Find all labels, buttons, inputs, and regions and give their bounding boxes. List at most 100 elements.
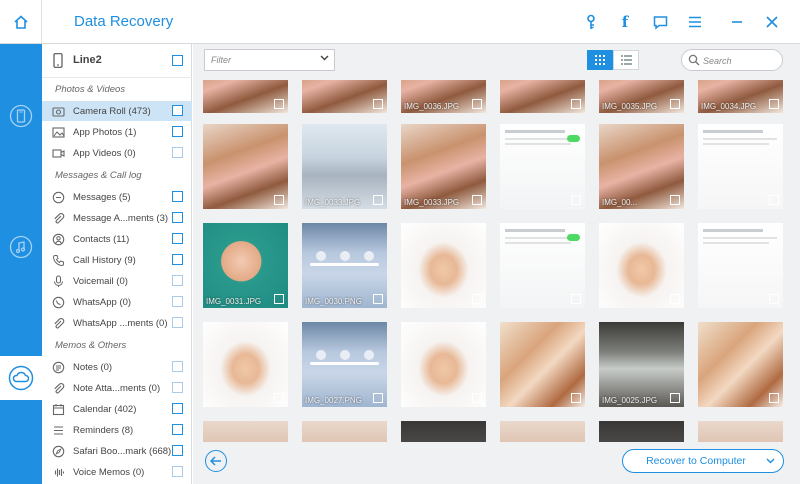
thumbnail-checkbox[interactable] [373,393,383,403]
photo-thumbnail[interactable] [599,223,684,308]
photo-thumbnail[interactable] [203,80,288,113]
category-item[interactable]: App Photos (1) [42,122,192,142]
photo-thumbnail[interactable] [698,322,783,407]
thumbnail-checkbox[interactable] [274,195,284,205]
photo-thumbnail[interactable] [203,421,288,442]
photo-thumbnail[interactable]: IMG_0031.JPG [203,223,288,308]
category-item[interactable]: App Videos (0) [42,143,192,163]
photo-thumbnail[interactable]: IMG_0034.JPG [698,80,783,113]
thumbnail-checkbox[interactable] [274,294,284,304]
photo-thumbnail[interactable]: IMG_0033.JPG [401,124,486,209]
feedback-button[interactable] [650,12,670,32]
grid-view-button[interactable] [587,50,613,70]
thumbnail-checkbox[interactable] [571,393,581,403]
thumbnail-checkbox[interactable] [769,294,779,304]
thumbnail-checkbox[interactable] [670,393,680,403]
category-item[interactable]: Messages (5) [42,187,192,207]
photo-thumbnail[interactable]: IMG_0027.PNG [302,322,387,407]
category-item[interactable]: Reminders (8) [42,420,192,440]
photo-thumbnail[interactable] [500,80,585,113]
category-checkbox[interactable] [172,254,183,265]
category-item[interactable]: WhatsApp ...ments (0) [42,313,192,333]
recover-icloud-button[interactable] [0,356,42,400]
category-checkbox[interactable] [172,275,183,286]
photo-thumbnail[interactable] [302,80,387,113]
minimize-button[interactable] [727,12,747,32]
photo-thumbnail[interactable]: IMG_00... [599,124,684,209]
search-box[interactable]: Search [681,49,783,71]
photo-thumbnail[interactable]: IMG_0036.JPG [401,80,486,113]
photo-thumbnail[interactable] [500,124,585,209]
photo-thumbnail[interactable] [500,322,585,407]
key-button[interactable] [581,12,601,32]
thumbnail-checkbox[interactable] [472,393,482,403]
category-item[interactable]: Contacts (11) [42,229,192,249]
category-item[interactable]: Voice Memos (0) [42,462,192,482]
filter-dropdown[interactable]: Filter [204,49,335,71]
category-checkbox[interactable] [172,212,183,223]
photo-thumbnail[interactable] [302,421,387,442]
category-checkbox[interactable] [172,317,183,328]
category-checkbox[interactable] [172,147,183,158]
thumbnail-checkbox[interactable] [571,99,581,109]
home-button[interactable] [0,0,42,44]
thumbnail-checkbox[interactable] [571,195,581,205]
recover-itunes-button[interactable] [0,225,42,269]
category-item[interactable]: Notes (0) [42,357,192,377]
facebook-button[interactable]: f [615,12,635,32]
category-item[interactable]: Call History (9) [42,250,192,270]
thumbnail-checkbox[interactable] [769,195,779,205]
category-item[interactable]: Note Atta...ments (0) [42,378,192,398]
photo-thumbnail[interactable]: IMG_0033.JPG [302,124,387,209]
category-item[interactable]: Voicemail (0) [42,271,192,291]
photo-thumbnail[interactable] [599,421,684,442]
list-view-button[interactable] [613,50,639,70]
category-checkbox[interactable] [172,361,183,372]
category-checkbox[interactable] [172,382,183,393]
recover-ios-device-button[interactable] [0,94,42,138]
thumbnail-checkbox[interactable] [571,294,581,304]
photo-thumbnail[interactable] [500,223,585,308]
photo-thumbnail[interactable]: IMG_0035.JPG [599,80,684,113]
category-checkbox[interactable] [172,445,183,456]
thumbnail-checkbox[interactable] [274,393,284,403]
category-checkbox[interactable] [172,105,183,116]
photo-thumbnail[interactable] [401,322,486,407]
photo-thumbnail[interactable] [401,223,486,308]
category-checkbox[interactable] [172,126,183,137]
category-item[interactable]: WhatsApp (0) [42,292,192,312]
photo-thumbnail[interactable]: IMG_0025.JPG [599,322,684,407]
photo-thumbnail[interactable] [698,421,783,442]
recover-to-computer-button[interactable]: Recover to Computer [622,449,784,473]
thumbnail-checkbox[interactable] [373,99,383,109]
photo-thumbnail[interactable] [203,124,288,209]
thumbnail-checkbox[interactable] [373,195,383,205]
photo-thumbnail[interactable] [698,124,783,209]
category-checkbox[interactable] [172,191,183,202]
chevron-down-icon[interactable] [766,458,775,464]
thumbnail-checkbox[interactable] [670,99,680,109]
category-item[interactable]: Calendar (402) [42,399,192,419]
category-item[interactable]: Camera Roll (473) [42,101,192,121]
photo-thumbnail[interactable] [401,421,486,442]
category-checkbox[interactable] [172,233,183,244]
category-checkbox[interactable] [172,296,183,307]
photo-thumbnail[interactable] [203,322,288,407]
device-row[interactable]: Line2 [42,44,192,78]
category-checkbox[interactable] [172,466,183,477]
thumbnail-checkbox[interactable] [670,294,680,304]
thumbnail-checkbox[interactable] [769,99,779,109]
category-item[interactable]: Safari Boo...mark (668) [42,441,192,461]
thumbnail-checkbox[interactable] [472,294,482,304]
photo-thumbnail[interactable]: IMG_0030.PNG [302,223,387,308]
thumbnail-checkbox[interactable] [472,99,482,109]
thumbnail-checkbox[interactable] [373,294,383,304]
thumbnail-checkbox[interactable] [472,195,482,205]
category-item[interactable]: Message A...ments (3) [42,208,192,228]
photo-thumbnail[interactable] [500,421,585,442]
category-checkbox[interactable] [172,424,183,435]
thumbnail-checkbox[interactable] [670,195,680,205]
close-button[interactable] [762,12,782,32]
menu-button[interactable] [685,12,705,32]
device-checkbox[interactable] [172,55,183,66]
